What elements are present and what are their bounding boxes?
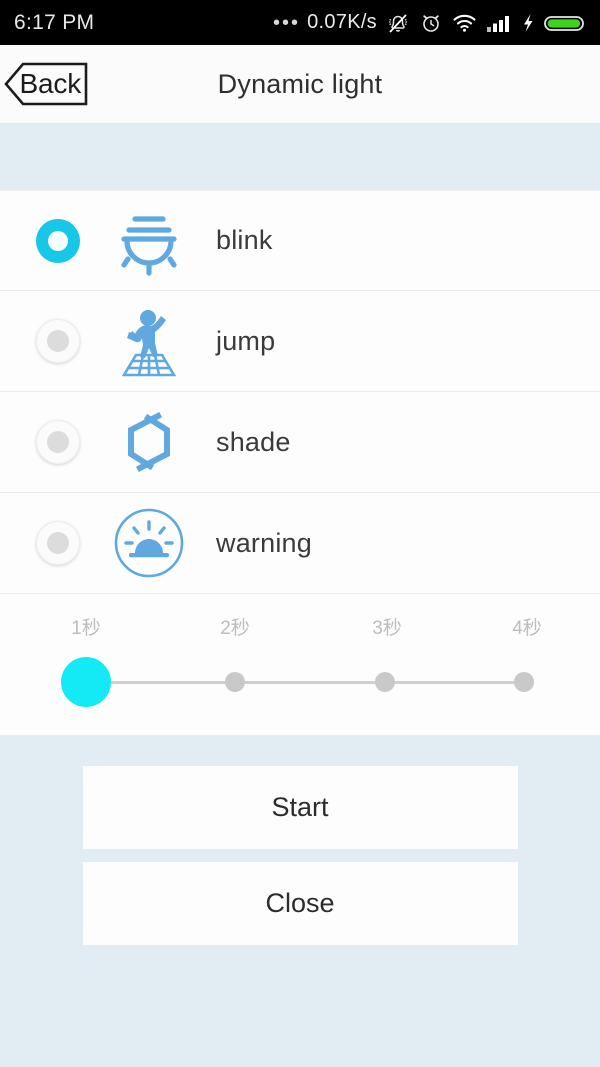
mode-row-blink[interactable]: blink — [0, 190, 600, 291]
slider-stop-4[interactable] — [514, 672, 534, 692]
network-speed-label: 0.07K/s — [307, 11, 377, 33]
radio-blink[interactable] — [36, 218, 80, 263]
beacon-warning-icon — [106, 503, 192, 583]
battery-icon — [544, 15, 584, 31]
mode-label-blink: blink — [216, 225, 273, 255]
slider-track — [86, 681, 524, 684]
alarm-clock-icon — [423, 14, 439, 32]
slider-tick-3: 3秒 — [372, 618, 402, 639]
slider-tick-labels: 1秒 2秒 3秒 4秒 — [0, 594, 600, 639]
duration-slider[interactable] — [0, 657, 600, 707]
status-bar-time: 6:17 PM — [14, 10, 95, 34]
start-button[interactable]: Start — [82, 766, 518, 849]
radio-warning[interactable] — [36, 521, 80, 565]
mode-row-warning[interactable]: warning — [0, 493, 600, 594]
radio-shade[interactable] — [36, 420, 80, 464]
top-spacer-band — [0, 124, 600, 190]
mode-list: blink jump shade warning — [0, 190, 600, 594]
slider-thumb[interactable] — [61, 657, 111, 707]
back-button-label: Back — [19, 68, 82, 99]
status-bar-icons: ••• 0.07K/s — [273, 11, 586, 35]
slider-stop-2[interactable] — [225, 672, 245, 692]
mode-label-warning: warning — [216, 527, 312, 558]
app-screen: 6:17 PM ••• 0.07K/s Back Dynamic light b… — [0, 0, 600, 1067]
dancer-jump-icon — [106, 301, 192, 381]
mute-bell-icon — [389, 13, 407, 33]
status-bar: 6:17 PM ••• 0.07K/s — [0, 0, 600, 45]
more-dots-icon: ••• — [273, 11, 301, 34]
action-area: Start Close — [0, 736, 600, 1047]
mode-row-shade[interactable]: shade — [0, 392, 600, 493]
wifi-icon — [453, 14, 476, 32]
slider-tick-1: 1秒 — [71, 618, 101, 639]
back-button[interactable]: Back — [4, 62, 88, 106]
hexagon-shade-icon — [106, 402, 192, 482]
charging-bolt-icon — [524, 13, 533, 32]
page-title: Dynamic light — [217, 68, 383, 99]
slider-tick-2: 2秒 — [220, 618, 250, 639]
mode-row-jump[interactable]: jump — [0, 291, 600, 392]
slider-tick-4: 4秒 — [512, 618, 542, 639]
lamp-blink-icon — [106, 201, 192, 281]
title-bar: Back Dynamic light — [0, 45, 600, 124]
slider-stop-3[interactable] — [375, 672, 395, 692]
radio-jump[interactable] — [36, 319, 80, 363]
mode-label-shade: shade — [216, 426, 291, 457]
signal-bars-icon — [487, 15, 509, 32]
close-button[interactable]: Close — [82, 862, 518, 945]
duration-slider-section: 1秒 2秒 3秒 4秒 — [0, 594, 600, 736]
mode-label-jump: jump — [216, 325, 276, 356]
